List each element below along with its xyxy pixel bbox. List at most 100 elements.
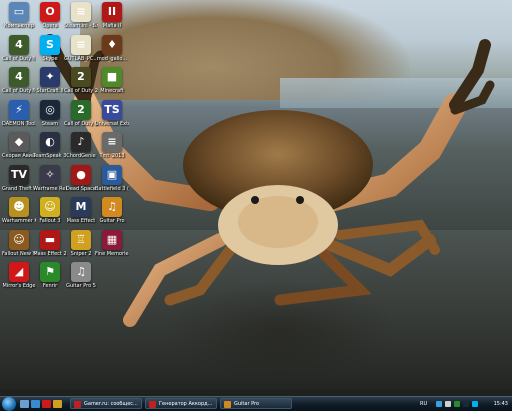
ie-quicklaunch-icon[interactable] <box>31 400 40 408</box>
steam-tray-icon[interactable] <box>463 401 469 407</box>
start-button[interactable] <box>2 397 16 411</box>
desktop-icon[interactable]: ♫ Guitar Pro 5 <box>64 262 98 296</box>
app-icon: M <box>71 197 91 217</box>
desktop-icon[interactable]: ♦ mod_gallo... <box>95 34 129 69</box>
desktop-icon[interactable]: ≡ Tmt_2013 <box>95 132 129 166</box>
desktop-icon[interactable]: O Opera <box>33 2 67 36</box>
app-icon: 2 <box>71 99 91 120</box>
desktop-icon[interactable]: ✧Warframe Relay... <box>33 164 67 199</box>
system-tray: RU 15:43 <box>418 398 510 410</box>
desktop-icon[interactable]: 2Call of Duty 2 Multipla... <box>64 99 98 134</box>
desktop-icon[interactable]: ◐TeamSpeak 3 Client <box>33 132 67 166</box>
app-icon: ✧ <box>40 164 60 185</box>
taskbar-button-gamer[interactable]: Gamer.ru: сообщес... <box>70 398 142 409</box>
taskbar-button-chord-generator[interactable]: Генератор Аккорд... <box>145 398 217 409</box>
task-label: Генератор Аккорд... <box>159 401 213 407</box>
desktop-icon-label: Skype <box>42 55 58 62</box>
app-icon: ▬ <box>40 229 60 250</box>
taskbar-button-guitar-pro[interactable]: Guitar Pro <box>220 398 292 409</box>
desktop-icon-label: Warframe Relay... <box>33 185 67 192</box>
desktop-icon[interactable]: ☺Fallout New Vegas <box>2 229 36 264</box>
desktop-icon-label: Opera <box>42 23 58 29</box>
clock[interactable]: 15:43 <box>494 398 508 410</box>
desktop-icon-label: Mirror's Edge <box>2 283 36 289</box>
desktop-icon-label: Mass Effect 2 <box>33 250 67 257</box>
app-icon: ≡ <box>102 132 122 152</box>
opera-icon <box>149 401 156 408</box>
language-indicator[interactable]: RU <box>420 398 427 410</box>
desktop-icon[interactable]: S Skype <box>33 34 67 69</box>
desktop-icon[interactable]: 4Call of Duty® 4 -... <box>2 67 36 101</box>
desktop-icon-label: Battlefield 3 (Fire... <box>95 185 129 192</box>
app-icon: ◆ <box>9 132 29 152</box>
app-icon: ⚡ <box>9 99 29 120</box>
desktop-icon[interactable]: ⚑ Fenrir <box>33 262 67 296</box>
desktop-icon[interactable]: ▣Battlefield 3 (Fire... <box>95 164 129 199</box>
desktop-icon-label: Call of Duty 2 Multipla... <box>64 120 98 127</box>
desktop-icon-label: Tmt_2013 <box>99 153 125 159</box>
volume-icon[interactable] <box>445 401 451 407</box>
opera-icon <box>74 401 81 408</box>
daemon-tray-icon[interactable] <box>454 401 460 407</box>
desktop-icon-label: Call of Duty 2 Multipla... <box>64 88 98 94</box>
desktop-icon[interactable]: ▦Fine Memories... <box>95 229 129 264</box>
app-icon: ☻ <box>9 197 29 217</box>
desktop-icon[interactable]: ◎ Steam <box>33 99 67 134</box>
app-icon: ♪ <box>71 132 91 152</box>
desktop-icon[interactable]: ■ Minecraft <box>95 67 129 101</box>
desktop-icon-label: Steam.ini - Блокнот на... <box>64 23 98 29</box>
app-icon: ☺ <box>9 229 29 250</box>
network-icon[interactable] <box>436 401 442 407</box>
desktop-icon[interactable]: ◆Скорая Авиа(ре... <box>2 132 36 166</box>
desktop-icon-label: Компьютер <box>4 23 34 29</box>
desktop-icon[interactable]: 4Call of Duty® 4 -... <box>2 34 36 69</box>
show-desktop-icon[interactable] <box>20 400 29 408</box>
desktop-icon[interactable]: TSUniversal Extractor <box>95 99 129 134</box>
desktop-icon-label: Mafia II <box>102 23 122 29</box>
app-icon: ♦ <box>102 34 122 55</box>
app-icon: 2 <box>71 67 91 87</box>
desktop-icon[interactable]: ✦ StarCraft II <box>33 67 67 101</box>
skype-tray-icon[interactable] <box>472 401 478 407</box>
app-icon: ▣ <box>102 164 122 185</box>
desktop-icon-label: DAEMON Tools Lite <box>2 120 36 127</box>
desktop-icon-label: GUTLAB_PC... <box>64 55 98 62</box>
desktop-icon[interactable]: ≡ GUTLAB_PC... <box>64 34 98 69</box>
app-icon: TS <box>102 99 122 120</box>
app-icon: ✦ <box>40 67 60 87</box>
app-icon: ◎ <box>40 99 60 120</box>
desktop-icon-label: Universal Extractor <box>95 120 129 127</box>
desktop-icon[interactable]: TVGrand Theft Auto IV - E... <box>2 164 36 199</box>
desktop-icon[interactable]: M Mass Effect <box>64 197 98 231</box>
desktop-icon[interactable]: ≡Steam.ini - Блокнот на... <box>64 2 98 36</box>
desktop-icon[interactable]: ♪ ChordGenie <box>64 132 98 166</box>
desktop-icon-label: Minecraft <box>100 88 124 94</box>
desktop-icon[interactable]: ▭ Компьютер <box>2 2 36 36</box>
desktop-icon[interactable]: ☻Warhammer Keeper Cl... <box>2 197 36 231</box>
app-icon: ● <box>71 164 91 185</box>
app-icon: ■ <box>102 67 122 87</box>
desktop-icon-label: Fallout New Vegas <box>2 250 36 257</box>
app-icon: ▭ <box>9 2 29 22</box>
desktop-icon[interactable]: 2Call of Duty 2 Multipla... <box>64 67 98 101</box>
opera-quicklaunch-icon[interactable] <box>42 400 51 408</box>
app-icon: TV <box>9 164 29 185</box>
desktop-icon[interactable]: ▬ Mass Effect 2 <box>33 229 67 264</box>
desktop-icon-label: Fenrir <box>42 283 58 289</box>
desktop-icon[interactable]: ⚡DAEMON Tools Lite <box>2 99 36 134</box>
desktop-icon-label: Скорая Авиа(ре... <box>2 153 36 159</box>
desktop-icon[interactable]: ♫ Guitar Pro <box>95 197 129 231</box>
app-icon: ≡ <box>71 34 91 55</box>
desktop-icon[interactable]: ● Dead Space <box>64 164 98 199</box>
desktop-icon[interactable]: II Mafia II <box>95 2 129 36</box>
folder-quicklaunch-icon[interactable] <box>53 400 62 408</box>
desktop-icon[interactable]: ◢ Mirror's Edge <box>2 262 36 296</box>
desktop-icon-label: StarCraft II <box>36 88 64 94</box>
desktop-icon-label: Grand Theft Auto IV - E... <box>2 185 36 192</box>
app-icon: 4 <box>9 34 29 55</box>
desktop-icon[interactable]: ☺ Fallout 3 <box>33 197 67 231</box>
desktop-icon[interactable]: ♖ Sniper 2 <box>64 229 98 264</box>
desktop-icon-label: Steam <box>41 120 59 127</box>
app-icon: ▦ <box>102 229 122 250</box>
desktop-icon-label: Call of Duty® 4 -... <box>2 55 36 62</box>
